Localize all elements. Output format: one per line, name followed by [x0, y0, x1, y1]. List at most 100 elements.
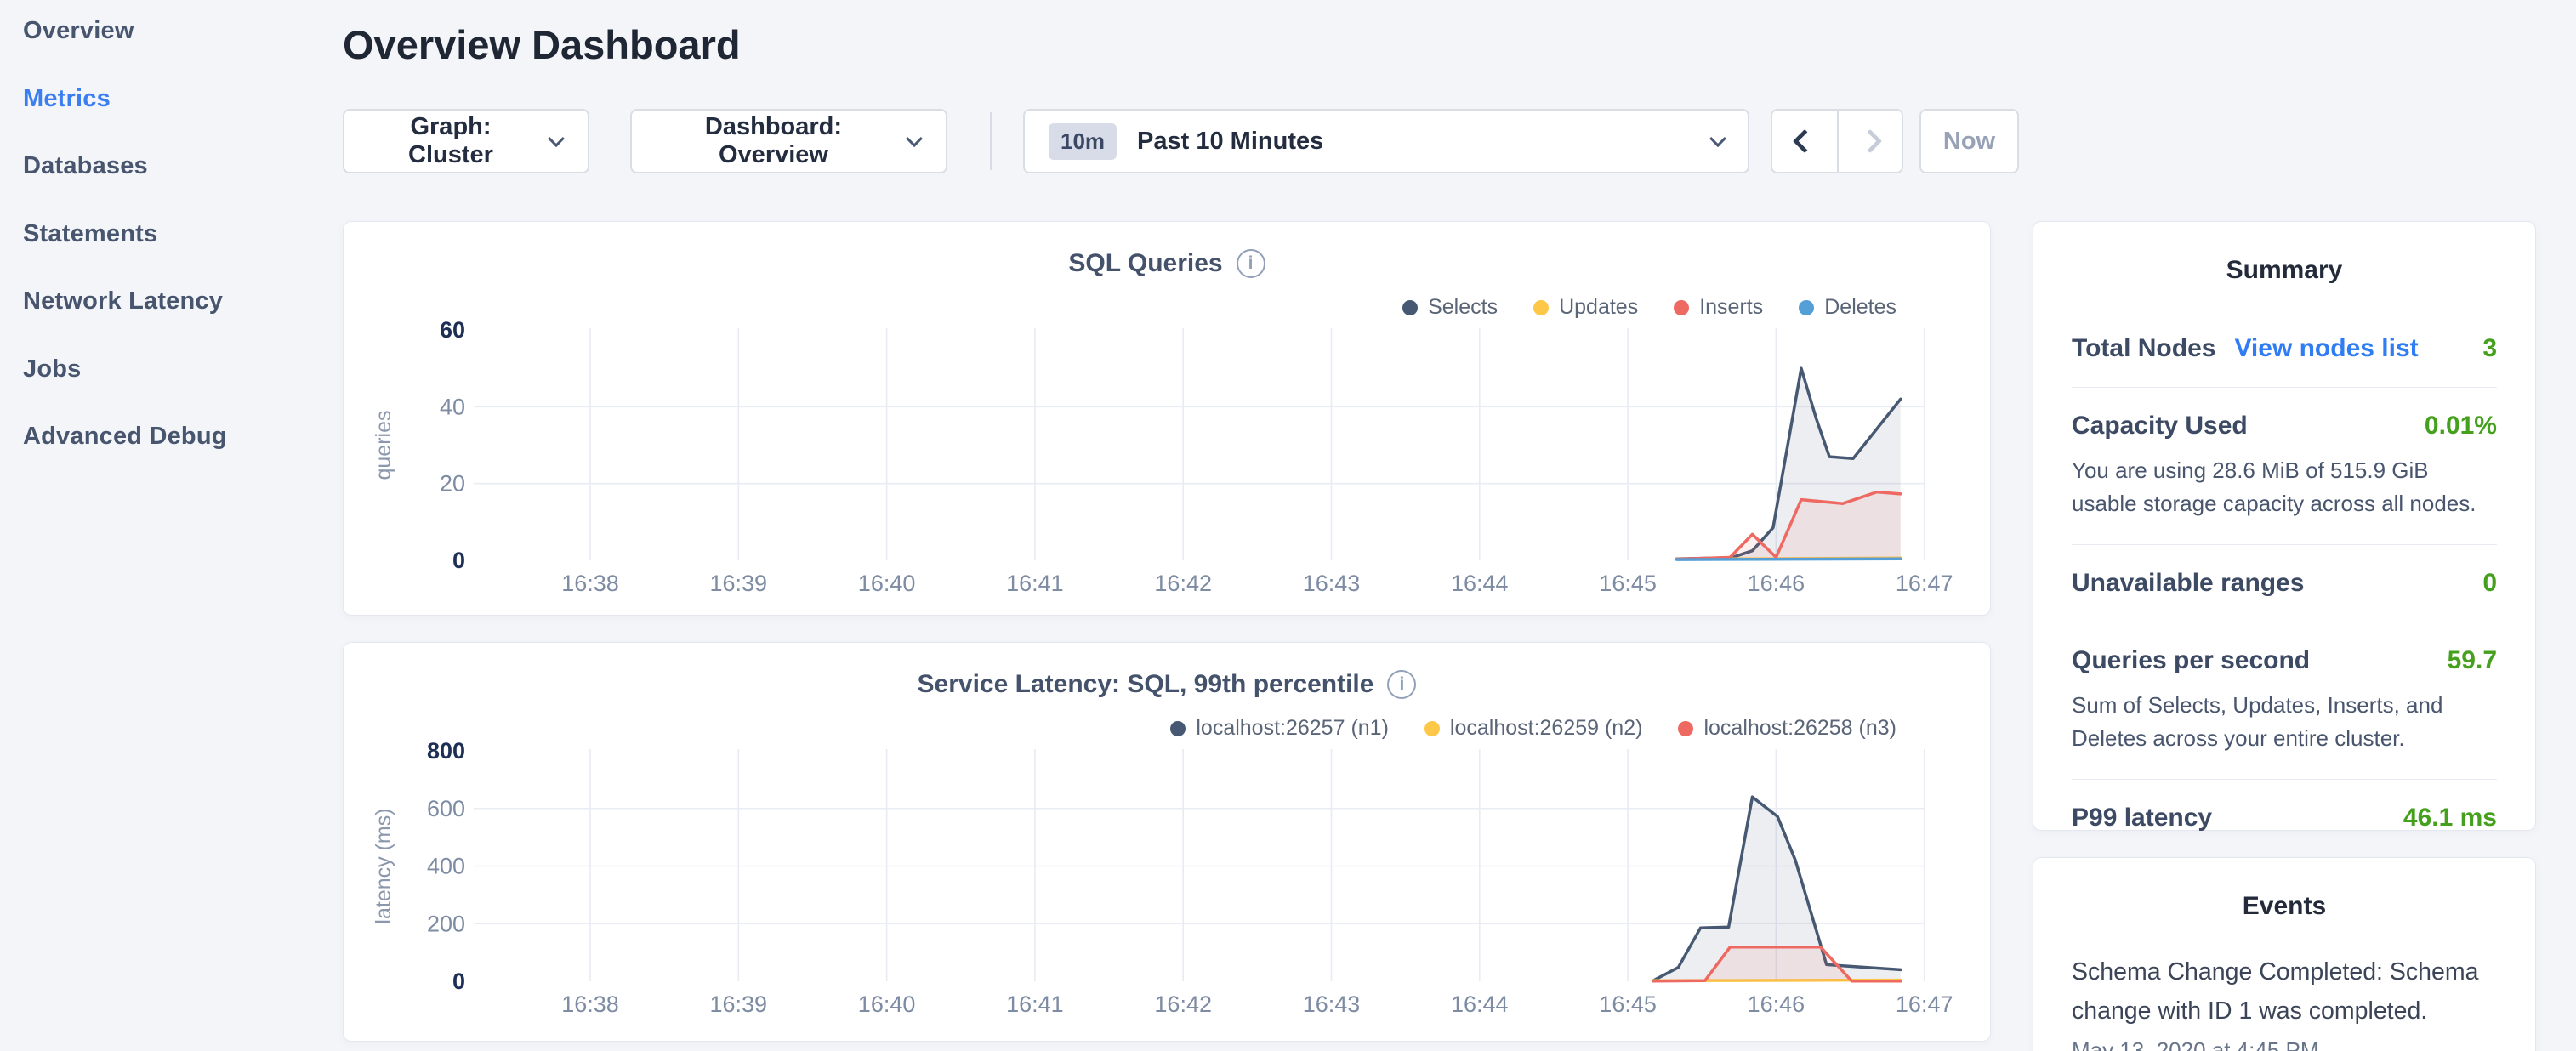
capacity-used-label: Capacity Used — [2072, 412, 2248, 440]
chart-title: SQL Queries i — [344, 249, 1990, 278]
time-step-forward-button[interactable] — [1837, 111, 1902, 172]
chart-title-text: SQL Queries — [1068, 249, 1222, 278]
qps-description: Sum of Selects, Updates, Inserts, and De… — [2072, 689, 2497, 755]
dashboard-dropdown[interactable]: Dashboard: Overview — [630, 109, 947, 173]
summary-panel: Summary Total Nodes View nodes list 3 Ca… — [2033, 221, 2536, 831]
svg-text:60: 60 — [440, 317, 465, 343]
svg-text:400: 400 — [427, 854, 465, 879]
now-button[interactable]: Now — [1919, 109, 2019, 173]
chevron-left-icon — [1793, 129, 1817, 153]
event-list-item[interactable]: Schema Change Completed: Schema change w… — [2033, 953, 2535, 1051]
summary-row-unavailable-ranges: Unavailable ranges 0 — [2072, 545, 2497, 622]
sql-queries-chart[interactable]: 16:3816:3916:4016:4116:4216:4316:4416:45… — [356, 315, 1981, 609]
svg-text:16:47: 16:47 — [1896, 571, 1953, 596]
svg-text:16:44: 16:44 — [1451, 991, 1509, 1017]
legend-dot-icon — [1170, 721, 1186, 736]
svg-text:16:43: 16:43 — [1303, 571, 1361, 596]
summary-title: Summary — [2033, 256, 2535, 285]
legend-dot-icon — [1799, 300, 1814, 315]
chevron-down-icon — [1709, 130, 1726, 147]
svg-text:16:40: 16:40 — [858, 991, 916, 1017]
sidebar-item-advanced-debug[interactable]: Advanced Debug — [0, 403, 340, 471]
svg-text:16:45: 16:45 — [1599, 571, 1657, 596]
sidebar: Overview Metrics Databases Statements Ne… — [0, 0, 340, 1051]
svg-text:queries: queries — [372, 411, 395, 480]
sidebar-item-network-latency[interactable]: Network Latency — [0, 268, 340, 336]
sql-queries-chart-card: SQL Queries i SelectsUpdatesInsertsDelet… — [343, 221, 1991, 616]
dashboard-dropdown-label: Dashboard: Overview — [657, 113, 890, 169]
chevron-down-icon — [548, 130, 565, 147]
svg-text:0: 0 — [452, 969, 465, 994]
legend-dot-icon — [1402, 300, 1418, 315]
p99-latency-value: 46.1 ms — [2403, 804, 2497, 832]
chevron-right-icon — [1858, 129, 1882, 153]
svg-text:16:41: 16:41 — [1006, 571, 1064, 596]
svg-text:16:41: 16:41 — [1006, 991, 1064, 1017]
svg-text:16:46: 16:46 — [1748, 991, 1805, 1017]
sidebar-item-jobs[interactable]: Jobs — [0, 336, 340, 404]
svg-text:16:43: 16:43 — [1303, 991, 1361, 1017]
legend-dot-icon — [1424, 721, 1440, 736]
legend-dot-icon — [1678, 721, 1693, 736]
qps-label: Queries per second — [2072, 646, 2310, 675]
service-latency-chart[interactable]: 16:38 16:39 16:40 16:41 16:42 16:43 16:44 16:45… — [356, 736, 1981, 1030]
events-title: Events — [2033, 892, 2535, 921]
sidebar-item-overview[interactable]: Overview — [0, 0, 340, 65]
svg-text:40: 40 — [440, 394, 465, 419]
svg-text:16:47: 16:47 — [1896, 991, 1953, 1017]
time-step-button-group — [1771, 109, 1903, 173]
controls-divider — [990, 112, 992, 170]
chart-title-text: Service Latency: SQL, 99th percentile — [918, 670, 1374, 699]
total-nodes-label: Total Nodes — [2072, 334, 2215, 363]
svg-text:16:44: 16:44 — [1451, 571, 1509, 596]
time-range-label: Past 10 Minutes — [1137, 128, 1693, 156]
capacity-used-value: 0.01% — [2425, 412, 2497, 440]
svg-text:16:45: 16:45 — [1599, 991, 1657, 1017]
svg-text:20: 20 — [440, 471, 465, 497]
summary-row-qps: Queries per second 59.7 Sum of Selects, … — [2072, 622, 2497, 780]
page-title: Overview Dashboard — [343, 15, 741, 75]
event-timestamp: May 13, 2020 at 4:45 PM — [2072, 1037, 2497, 1051]
graph-scope-dropdown[interactable]: Graph: Cluster — [343, 109, 589, 173]
sidebar-item-databases[interactable]: Databases — [0, 133, 340, 201]
svg-text:16:42: 16:42 — [1154, 991, 1212, 1017]
svg-text:latency (ms): latency (ms) — [372, 808, 395, 923]
summary-row-total-nodes: Total Nodes View nodes list 3 — [2072, 310, 2497, 388]
summary-row-capacity: Capacity Used 0.01% You are using 28.6 M… — [2072, 388, 2497, 545]
chevron-down-icon — [906, 130, 923, 147]
svg-text:16:39: 16:39 — [710, 991, 768, 1017]
legend-dot-icon — [1674, 300, 1689, 315]
svg-text:16:39: 16:39 — [710, 571, 768, 596]
svg-text:200: 200 — [427, 911, 465, 936]
total-nodes-value: 3 — [2482, 334, 2497, 363]
sidebar-item-statements[interactable]: Statements — [0, 201, 340, 269]
info-icon[interactable]: i — [1387, 670, 1416, 699]
event-message: Schema Change Completed: Schema change w… — [2072, 953, 2497, 1031]
svg-text:16:46: 16:46 — [1748, 571, 1805, 596]
svg-text:600: 600 — [427, 796, 465, 821]
svg-text:800: 800 — [427, 738, 465, 764]
summary-row-p99: P99 latency 46.1 ms — [2072, 780, 2497, 856]
view-nodes-list-link[interactable]: View nodes list — [2234, 334, 2418, 363]
summary-rows: Total Nodes View nodes list 3 Capacity U… — [2033, 310, 2535, 856]
time-step-back-button[interactable] — [1772, 111, 1837, 172]
time-range-badge: 10m — [1049, 123, 1117, 160]
svg-text:16:42: 16:42 — [1154, 571, 1212, 596]
svg-text:16:38: 16:38 — [561, 571, 619, 596]
capacity-used-description: You are using 28.6 MiB of 515.9 GiB usab… — [2072, 454, 2497, 520]
service-latency-chart-card: Service Latency: SQL, 99th percentile i … — [343, 642, 1991, 1042]
graph-scope-dropdown-label: Graph: Cluster — [370, 113, 532, 169]
legend-dot-icon — [1533, 300, 1549, 315]
unavailable-ranges-value: 0 — [2482, 569, 2497, 598]
sidebar-item-metrics[interactable]: Metrics — [0, 65, 340, 134]
time-range-dropdown[interactable]: 10m Past 10 Minutes — [1023, 109, 1749, 173]
chart-title: Service Latency: SQL, 99th percentile i — [344, 670, 1990, 699]
qps-value: 59.7 — [2448, 646, 2497, 675]
unavailable-ranges-label: Unavailable ranges — [2072, 569, 2304, 598]
p99-latency-label: P99 latency — [2072, 804, 2212, 832]
info-icon[interactable]: i — [1237, 249, 1265, 278]
svg-text:16:38: 16:38 — [561, 991, 619, 1017]
events-panel: Events Schema Change Completed: Schema c… — [2033, 857, 2536, 1051]
sidebar-nav: Overview Metrics Databases Statements Ne… — [0, 0, 340, 471]
controls-bar: Graph: Cluster Dashboard: Overview 10m P… — [343, 109, 2019, 173]
